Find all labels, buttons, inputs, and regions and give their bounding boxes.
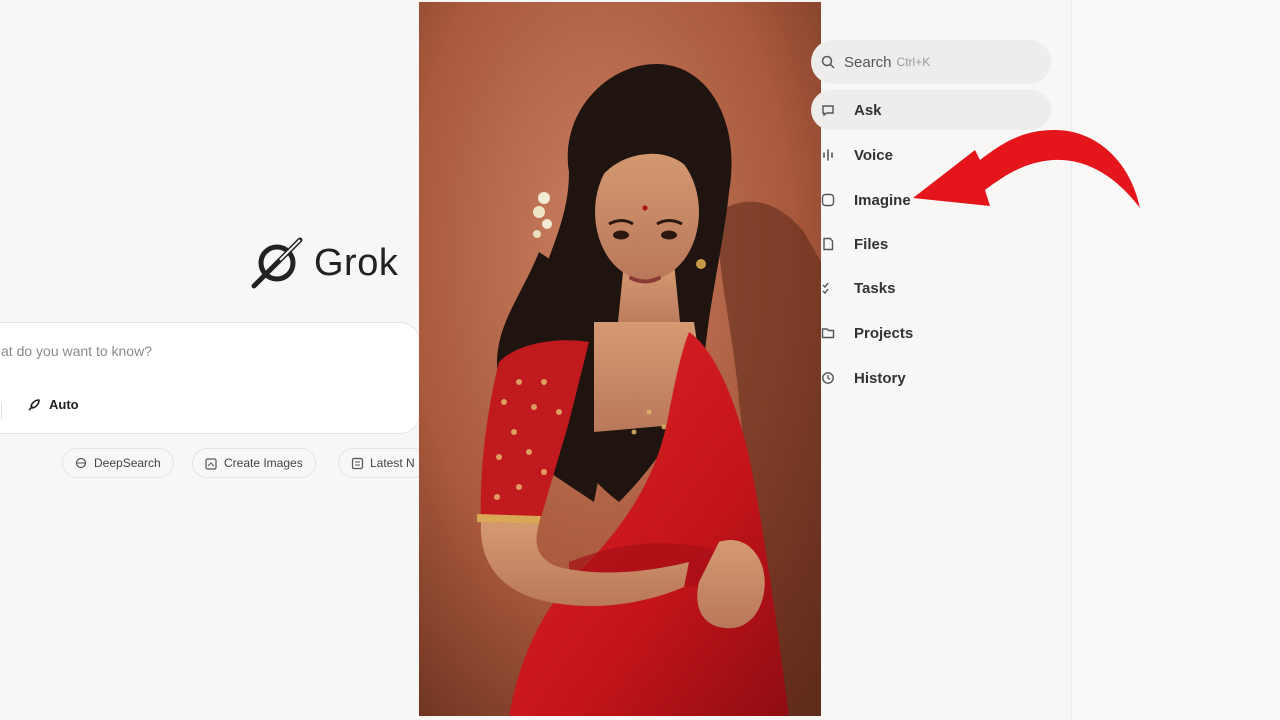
chat-icon xyxy=(821,103,835,117)
chip-label: Create Images xyxy=(224,456,303,470)
sidebar-item-label: History xyxy=(854,369,906,387)
chip-latest-news[interactable]: Latest N xyxy=(338,448,420,478)
logo-text: Grok xyxy=(314,241,399,284)
chip-label: Latest N xyxy=(370,456,415,470)
folder-icon xyxy=(821,326,835,340)
sidebar-item-tasks[interactable]: Tasks xyxy=(811,268,1051,308)
sidebar-item-files[interactable]: Files xyxy=(811,224,1051,264)
portrait-illustration xyxy=(419,2,821,716)
sidebar-item-label: Tasks xyxy=(854,279,896,297)
search-shortcut: Ctrl+K xyxy=(896,55,931,69)
ask-input-box[interactable]: at do you want to know? Auto xyxy=(0,322,420,434)
image-edit-icon xyxy=(205,457,217,470)
mode-label: Auto xyxy=(49,397,79,412)
sidebar-item-label: Imagine xyxy=(854,191,911,209)
chip-create-images[interactable]: Create Images xyxy=(192,448,316,478)
sidebar-item-label: Voice xyxy=(854,146,893,164)
sidebar-item-label: Ask xyxy=(854,101,882,119)
image-icon xyxy=(821,193,835,207)
suggestion-chips: DeepSearch Create Images Latest N xyxy=(0,448,420,480)
sidebar-item-projects[interactable]: Projects xyxy=(811,313,1051,353)
generated-portrait-image xyxy=(419,2,821,716)
rocket-icon xyxy=(28,398,40,411)
voice-icon xyxy=(821,148,835,162)
main-content-area xyxy=(1072,0,1280,720)
sidebar-item-label: Projects xyxy=(854,324,914,342)
search-label: Search xyxy=(844,53,892,71)
tasks-icon xyxy=(821,281,835,295)
search-icon xyxy=(821,55,835,69)
grok-home-panel: Grok at do you want to know? Auto DeepSe… xyxy=(0,0,420,720)
deepsearch-icon xyxy=(75,457,87,468)
history-icon xyxy=(821,371,835,385)
red-pointer-arrow xyxy=(913,130,1140,208)
grok-logo: Grok xyxy=(250,236,398,290)
file-icon xyxy=(821,237,835,251)
chip-label: DeepSearch xyxy=(94,456,161,470)
sidebar-search[interactable]: Search Ctrl+K xyxy=(811,40,1051,84)
chip-deepsearch[interactable]: DeepSearch xyxy=(62,448,174,478)
attach-button-edge[interactable] xyxy=(0,403,2,419)
mode-select-button[interactable]: Auto xyxy=(27,397,79,412)
grok-logo-icon xyxy=(251,237,303,289)
sidebar: Search Ctrl+K Ask Voice Imagine Files Ta… xyxy=(811,0,1071,720)
sidebar-item-label: Files xyxy=(854,235,889,253)
ask-input-placeholder[interactable]: at do you want to know? xyxy=(1,343,152,359)
news-icon xyxy=(351,457,364,469)
sidebar-item-history[interactable]: History xyxy=(811,358,1051,398)
